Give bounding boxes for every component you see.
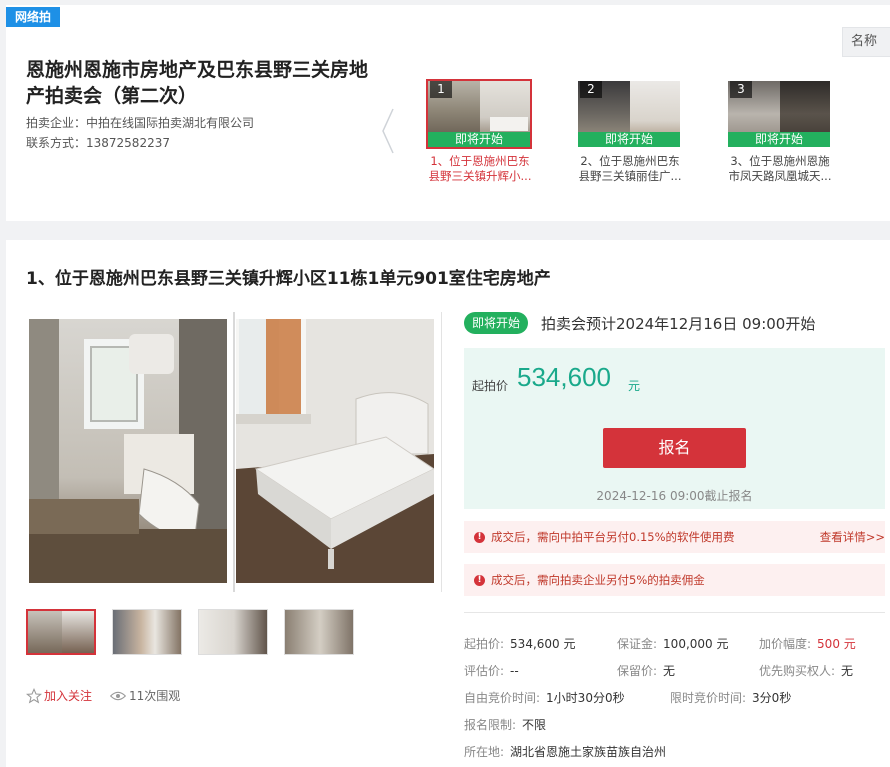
lot-number: 2 (580, 81, 602, 98)
lot-status: 即将开始 (578, 132, 680, 147)
photo-thumbnail-1[interactable] (26, 609, 96, 655)
auction-contact: 联系方式：13872582237 (26, 136, 170, 150)
start-price: 534,600 (517, 362, 611, 392)
photo-thumbnail-2[interactable] (112, 609, 182, 655)
lot-status: 即将开始 (728, 132, 830, 147)
view-count-label: 11次围观 (129, 689, 181, 703)
location-row: 所在地: 湖北省恩施土家族苗族自治州 (464, 745, 667, 759)
platform-fee-notice: ! 成交后，需向中拍平台另付0.15%的软件使用费 查看详情>> (464, 521, 885, 553)
online-auction-tag: 网络拍 (6, 7, 61, 27)
view-count: 11次围观 (110, 687, 180, 704)
lot-card-3[interactable]: 3 即将开始 3、位于恩施州恩施市凤天路凤凰城天... (726, 79, 836, 184)
start-price-row: 起拍价: 534,600 元 (464, 637, 576, 651)
price-box: 起拍价 534,600 元 报名 2024-12-16 09:00截止报名 (464, 348, 885, 509)
start-price-label: 起拍价 (472, 379, 509, 393)
lot-number: 1 (430, 81, 452, 98)
lot-title: 1、位于恩施州巴东县野三关镇升辉小区11栋1单元901室住宅房地产 (26, 269, 551, 289)
signup-deadline: 2024-12-16 09:00截止报名 (596, 489, 753, 503)
appraisal-row: 评估价: -- (464, 664, 519, 678)
limit-bid-row: 限时竞价时间: 3分0秒 (670, 691, 792, 705)
increment-row: 加价幅度: 500 元 (759, 637, 856, 651)
view-details-link[interactable]: 查看详情>> (820, 521, 885, 553)
follow-label: 加入关注 (44, 689, 93, 703)
commission-notice: ! 成交后，需向拍卖企业另付5%的拍卖佣金 (464, 564, 885, 596)
follow-button[interactable]: 加入关注 (26, 687, 92, 704)
auction-company: 拍卖企业：中拍在线国际拍卖湖北有限公司 (26, 116, 255, 130)
lot-name[interactable]: 2、位于恩施州巴东县野三关镇丽佳广... (576, 154, 684, 184)
lot-thumbnail[interactable]: 3 即将开始 (726, 79, 832, 149)
lot-card-2[interactable]: 2 即将开始 2、位于恩施州巴东县野三关镇丽佳广... (576, 79, 686, 184)
auction-title: 恩施州恩施市房地产及巴东县野三关房地产拍卖会（第二次） (26, 59, 369, 107)
lot-name[interactable]: 1、位于恩施州巴东县野三关镇升辉小... (426, 154, 534, 184)
price-unit: 元 (628, 379, 641, 393)
free-bid-row: 自由竞价时间: 1小时30分0秒 (464, 691, 625, 705)
lot-name[interactable]: 3、位于恩施州恩施市凤天路凤凰城天... (726, 154, 834, 184)
star-icon (26, 687, 42, 703)
name-tab[interactable]: 名称 (842, 27, 890, 57)
eye-icon (110, 691, 126, 700)
bedroom-photo[interactable] (236, 319, 434, 583)
alert-icon: ! (474, 531, 485, 543)
signup-limit-row: 报名限制: 不限 (464, 718, 547, 732)
photo-thumbnail-3[interactable] (198, 609, 268, 655)
lot-status: 即将开始 (428, 132, 530, 147)
lot-thumbnail[interactable]: 2 即将开始 (576, 79, 682, 149)
photo-divider-2 (441, 312, 442, 592)
bathroom-photo[interactable] (29, 319, 227, 583)
status-badge: 即将开始 (464, 312, 529, 334)
alert-icon: ! (474, 574, 485, 586)
lot-detail-panel: 1、位于恩施州巴东县野三关镇升辉小区11栋1单元901室住宅房地产 加入关注 1… (6, 240, 890, 767)
reserve-row: 保留价: 无 (617, 664, 676, 678)
notice-text: 成交后，需向中拍平台另付0.15%的软件使用费 (491, 530, 735, 544)
photo-divider (233, 312, 235, 592)
lot-card-1[interactable]: 1 即将开始 1、位于恩施州巴东县野三关镇升辉小... (426, 79, 536, 184)
photo-thumbnail-4[interactable] (284, 609, 354, 655)
divider (464, 612, 885, 613)
signup-button[interactable]: 报名 (603, 428, 746, 468)
auction-header-panel: 网络拍 恩施州恩施市房地产及巴东县野三关房地产拍卖会（第二次） 拍卖企业：中拍在… (6, 5, 890, 221)
priority-row: 优先购买权人: 无 (759, 664, 854, 678)
deposit-row: 保证金: 100,000 元 (617, 637, 729, 651)
start-time: 拍卖会预计2024年12月16日 09:00开始 (541, 315, 816, 333)
prev-arrow-icon[interactable] (380, 107, 396, 155)
lot-number: 3 (730, 81, 752, 98)
notice-text: 成交后，需向拍卖企业另付5%的拍卖佣金 (491, 573, 705, 587)
lot-thumbnail[interactable]: 1 即将开始 (426, 79, 532, 149)
